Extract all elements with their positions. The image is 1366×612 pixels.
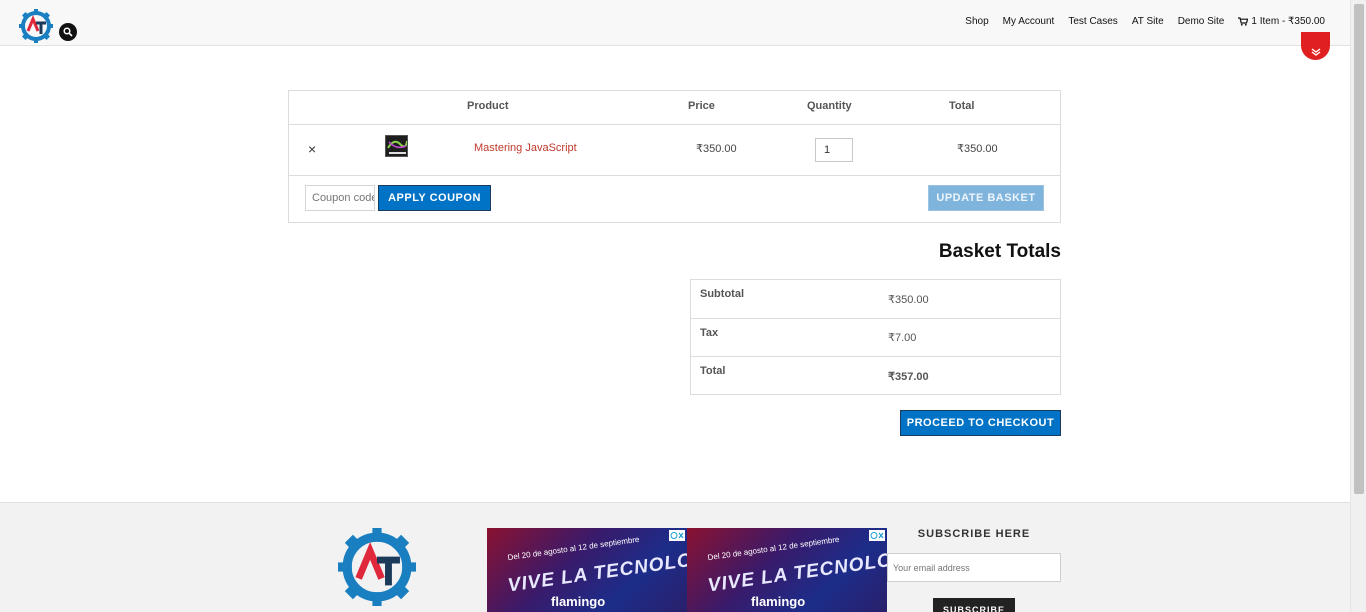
ad-banner-2[interactable]: Del 20 de agosto al 12 de septiembre VIV…	[687, 528, 887, 612]
scroll-down-badge[interactable]	[1301, 32, 1330, 60]
total-label: Total	[700, 365, 726, 377]
coupon-code-input[interactable]	[305, 185, 375, 211]
nav-cart[interactable]: 1 Item - ₹350.00	[1238, 16, 1325, 27]
main-nav: Shop My Account Test Cases AT Site Demo …	[965, 16, 1325, 27]
ad-choices-icon[interactable]	[869, 530, 885, 541]
nav-demo-site[interactable]: Demo Site	[1178, 16, 1225, 27]
cart-table: Product Price Quantity Total × Mastering…	[288, 90, 1061, 223]
site-footer: Del 20 de agosto al 12 de septiembre VIV…	[0, 502, 1350, 612]
cart-icon	[1238, 17, 1249, 26]
scrollbar-thumb[interactable]	[1354, 4, 1364, 494]
subtotal-label: Subtotal	[700, 288, 744, 300]
subscribe-title: SUBSCRIBE HERE	[917, 528, 1031, 540]
subtotal-value: ₹350.00	[888, 294, 929, 306]
ad-date-text: Del 20 de agosto al 12 de septiembre	[507, 534, 640, 563]
tax-label: Tax	[700, 327, 719, 339]
tax-row: Tax ₹7.00	[691, 319, 1060, 357]
apply-coupon-button[interactable]: APPLY COUPON	[378, 185, 491, 211]
update-basket-button[interactable]: UPDATE BASKET	[928, 185, 1044, 211]
tax-value: ₹7.00	[888, 332, 917, 344]
product-thumbnail[interactable]	[385, 135, 408, 157]
subscribe-button[interactable]: SUBSCRIBE	[933, 598, 1015, 612]
ad-date-text: Del 20 de agosto al 12 de septiembre	[707, 534, 840, 563]
item-price: ₹350.00	[696, 143, 737, 155]
nav-test-cases[interactable]: Test Cases	[1068, 16, 1117, 27]
basket-totals-title: Basket Totals	[938, 241, 1061, 262]
double-chevron-down-icon	[1311, 48, 1320, 56]
subscribe-email-input[interactable]	[887, 553, 1061, 582]
total-value: ₹357.00	[888, 371, 929, 383]
ad-choices-icon[interactable]	[669, 530, 685, 541]
search-icon[interactable]	[59, 23, 77, 41]
nav-at-site[interactable]: AT Site	[1132, 16, 1164, 27]
page-scrollbar[interactable]	[1350, 0, 1366, 612]
subtotal-row: Subtotal ₹350.00	[691, 280, 1060, 319]
item-total: ₹350.00	[957, 143, 998, 155]
site-header: Shop My Account Test Cases AT Site Demo …	[0, 0, 1350, 46]
nav-my-account[interactable]: My Account	[1003, 16, 1055, 27]
proceed-to-checkout-button[interactable]: PROCEED TO CHECKOUT	[900, 410, 1061, 436]
cart-summary: 1 Item - ₹350.00	[1251, 16, 1325, 27]
col-price: Price	[688, 100, 715, 112]
cart-table-header: Product Price Quantity Total	[289, 91, 1060, 125]
footer-logo[interactable]	[338, 527, 416, 607]
col-quantity: Quantity	[807, 100, 852, 112]
ad-brand: flamingo	[751, 594, 806, 609]
col-total: Total	[949, 100, 975, 112]
product-link[interactable]: Mastering JavaScript	[474, 142, 577, 154]
site-logo[interactable]	[19, 9, 53, 43]
quantity-input[interactable]	[815, 138, 853, 162]
ad-banner-1[interactable]: Del 20 de agosto al 12 de septiembre VIV…	[487, 528, 687, 612]
remove-item-icon[interactable]: ×	[308, 141, 316, 157]
col-product: Product	[467, 100, 509, 112]
cart-item-row: × Mastering JavaScript ₹350.00 ₹350.00	[289, 125, 1060, 176]
ad-brand: flamingo	[551, 594, 606, 609]
total-row: Total ₹357.00	[691, 357, 1060, 395]
nav-shop[interactable]: Shop	[965, 16, 988, 27]
basket-totals-table: Subtotal ₹350.00 Tax ₹7.00 Total ₹357.00	[690, 279, 1061, 395]
